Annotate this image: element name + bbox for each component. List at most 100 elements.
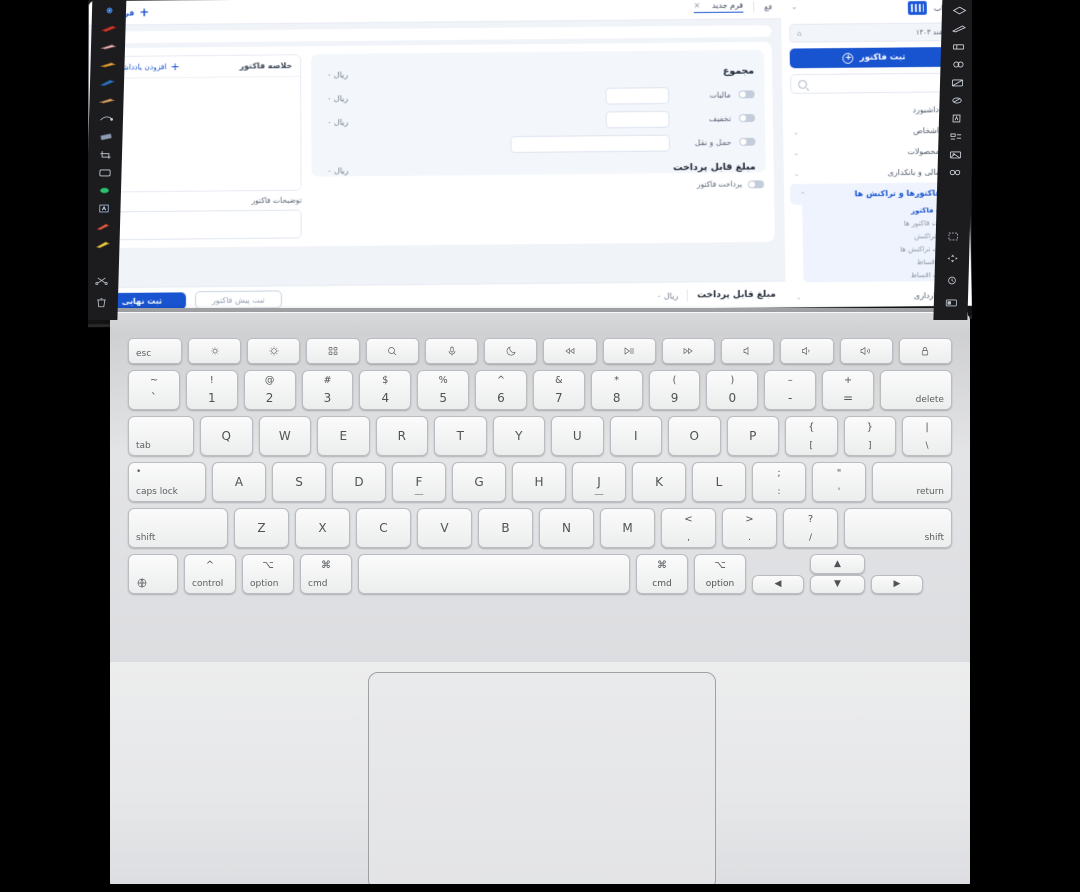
key-v[interactable]: V [417,508,472,548]
key-8[interactable]: * 8 [590,370,643,410]
reference-icon[interactable] [941,296,961,308]
pay-invoice-toggle[interactable] [747,179,765,188]
chevron-up-icon[interactable]: ⌃ [800,190,806,198]
key-f[interactable]: F [392,462,446,502]
blur-icon[interactable] [946,94,966,106]
key-n[interactable]: N [539,508,594,548]
key-w[interactable]: W [258,416,311,456]
key-arrow-left[interactable]: ◀ [752,574,804,594]
key-volume-up[interactable] [839,338,893,364]
canvas-icon[interactable] [94,166,114,178]
home-icon[interactable]: ⌂ [797,29,802,37]
key-command-left[interactable]: ⌘ cmd [300,554,352,594]
key-option-right[interactable]: ⌥ option [694,554,746,594]
key-option-left[interactable]: ⌥ option [242,554,294,594]
key-esc[interactable]: esc [128,338,182,364]
discount-toggle[interactable] [738,114,756,123]
key-search[interactable] [365,338,419,364]
save-draft-button[interactable]: ثبت پیش فاکتور [194,290,282,310]
key-period[interactable]: >. [722,508,777,548]
key-9[interactable]: (9 [648,370,701,410]
key-caps-lock[interactable]: • caps lock [128,462,206,502]
key-l[interactable]: L [692,462,746,502]
key-z[interactable]: Z [234,508,289,548]
key-arrow-right[interactable]: ▶ [871,574,923,594]
gear-icon[interactable] [99,4,119,16]
key-semicolon[interactable]: ;: [752,462,806,502]
key-comma[interactable]: <, [661,508,716,548]
key-slash[interactable]: ? / [783,508,838,548]
brush-blue-icon[interactable] [97,76,117,88]
key-arrow-down[interactable]: ▼ [810,574,865,594]
layers-icon[interactable] [949,4,969,16]
brush-red-icon[interactable] [98,22,118,34]
brush-tan-icon[interactable] [96,94,116,106]
brush-pink-icon[interactable] [98,40,118,52]
transform-icon[interactable] [942,252,962,264]
key-g[interactable]: G [452,462,506,502]
description-textarea[interactable] [106,209,302,241]
chevron-down-icon[interactable]: ⌄ [796,293,802,301]
key-lock[interactable] [898,338,953,364]
key-i[interactable]: I [609,416,662,456]
add-note-button[interactable]: + افزودن یادداشت [115,60,179,73]
key-rewind[interactable] [543,338,597,364]
key-equals[interactable]: + = [822,370,874,410]
key-control[interactable]: ^ control [184,554,236,594]
brush-icon[interactable] [948,22,968,34]
key-brightness-up[interactable] [247,338,301,364]
key-arrow-up[interactable]: ▲ [810,554,865,574]
key-b[interactable]: B [478,508,533,548]
key-t[interactable]: T [434,416,487,456]
smudge-icon[interactable] [96,112,116,124]
mask-icon[interactable] [947,76,967,88]
tax-toggle[interactable] [738,90,755,99]
eraser-box-icon[interactable] [948,40,968,52]
key-r[interactable]: R [375,416,428,456]
tax-input[interactable] [605,86,670,105]
shipping-toggle[interactable] [739,137,756,146]
key-bracket-right[interactable]: }] [843,416,896,456]
key-return[interactable]: return [872,462,952,502]
key-7[interactable]: & 7 [532,370,585,410]
key-k[interactable]: K [632,462,686,502]
key-e[interactable]: E [317,416,370,456]
key-a[interactable]: A [212,462,266,502]
key-1[interactable]: ! 1 [185,370,238,410]
key-m[interactable]: M [600,508,655,548]
back-button[interactable]: فع [764,2,772,11]
key-u[interactable]: U [551,416,604,456]
shipping-input[interactable] [510,134,670,153]
key-c[interactable]: C [356,508,411,548]
key-mute[interactable] [721,338,775,364]
sidebar-search[interactable] [790,72,960,94]
close-icon[interactable]: ✕ [694,1,701,10]
align-icon[interactable] [945,130,965,142]
color-icon[interactable] [94,184,114,196]
key-j[interactable]: J [572,462,626,502]
key-delete[interactable]: delete [879,370,952,410]
key-do-not-disturb[interactable] [484,338,538,364]
key-mission-control[interactable] [306,338,360,364]
key-d[interactable]: D [332,462,386,502]
discount-input[interactable] [605,110,670,128]
trackpad[interactable] [368,672,716,890]
image-icon[interactable] [945,148,965,160]
key-4[interactable]: $4 [359,370,412,410]
key-dictation[interactable] [424,338,479,364]
date-row[interactable]: ⌂ اسفند ۱۴۰۳ [789,22,959,43]
key-volume-down[interactable] [780,338,834,364]
key-shift-left[interactable]: shift [128,508,228,548]
key-p[interactable]: P [726,416,779,456]
key-tab[interactable]: tab [128,416,194,456]
key-minus[interactable]: – - [764,370,817,410]
chevron-down-icon[interactable]: ⌄ [793,128,799,136]
tab-new-form[interactable]: فرم جدید ✕ [693,0,744,14]
key-brightness-down[interactable] [188,338,242,364]
key-y[interactable]: Y [492,416,545,456]
cut-icon[interactable] [91,274,111,286]
key-s[interactable]: S [272,462,326,502]
key-q[interactable]: Q [200,416,253,456]
crop-icon[interactable] [95,148,115,160]
key-shift-right[interactable]: shift [844,508,952,548]
